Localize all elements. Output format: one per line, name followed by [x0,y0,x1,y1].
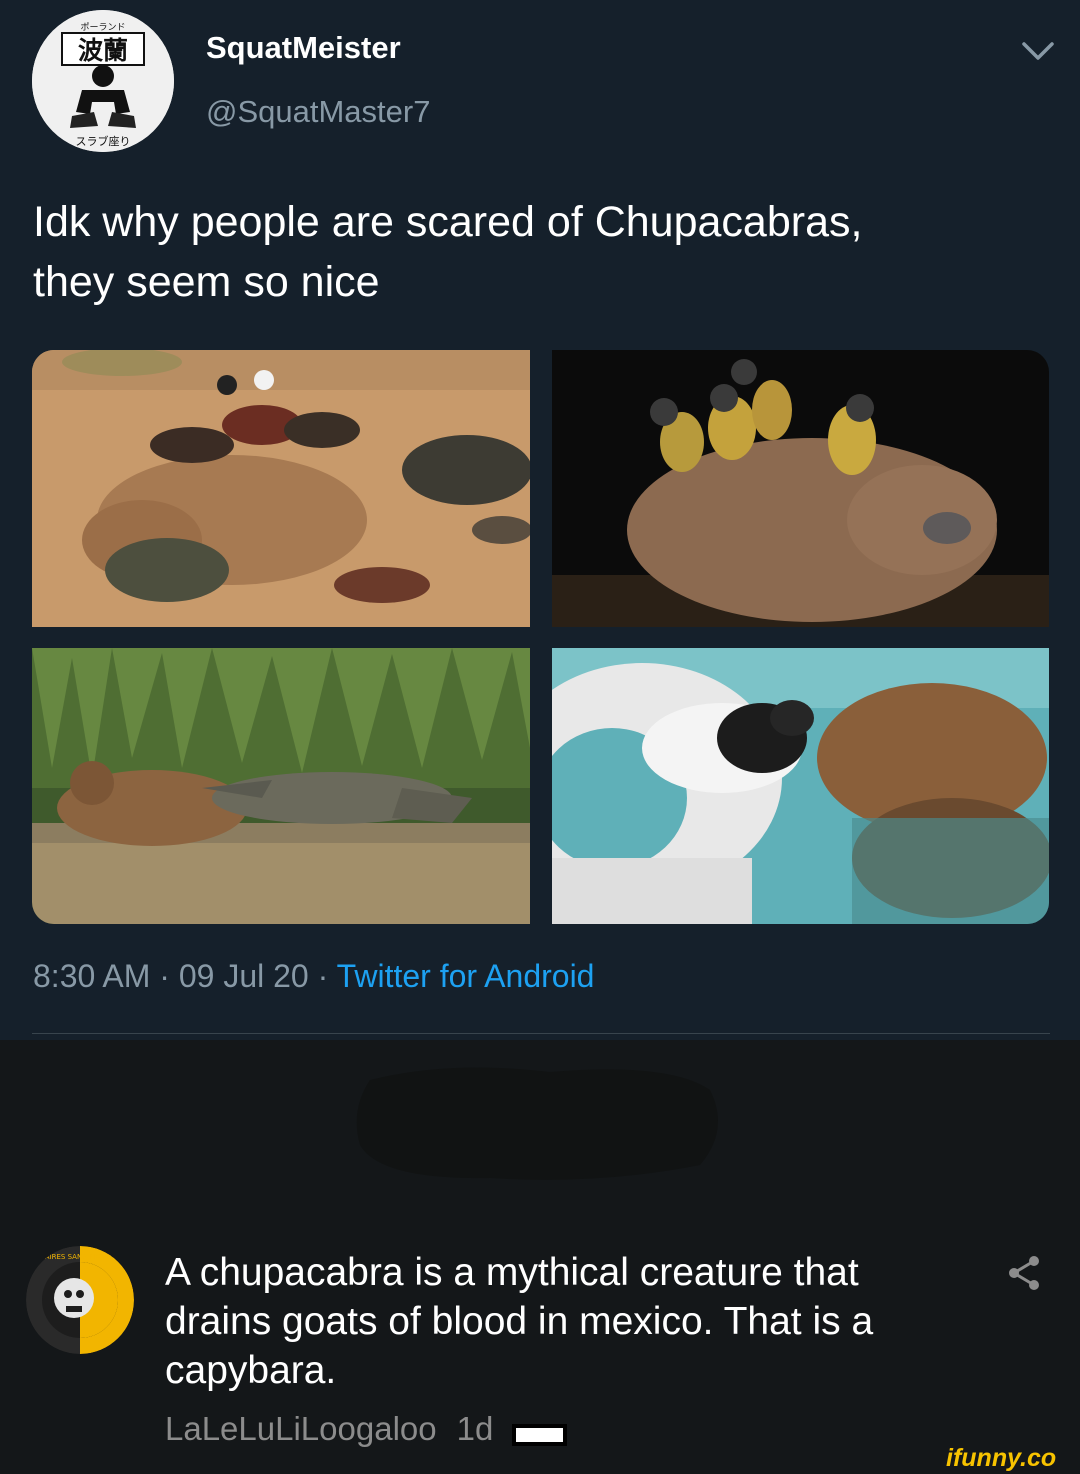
user-handle[interactable]: @SquatMaster7 [206,94,430,130]
avatar-bottom-text: スラブ座り [76,134,131,148]
tweet-metadata: 8:30 AM · 09 Jul 20 · Twitter for Androi… [33,958,594,995]
tweet-card: ポーランド 波蘭 スラブ座り SquatMeister @SquatMaster… [0,0,1080,1040]
avatar-kanji: 波蘭 [78,36,128,65]
tweet-text-line-1: Idk why people are scared of Chupacabras… [33,198,863,246]
photo-capybara-caiman[interactable] [32,648,530,924]
comment-text: A chupacabra is a mythical creature that… [165,1248,955,1395]
photo-capybara-ducks-turtles[interactable] [32,350,530,627]
comment-time: 1d [456,1410,494,1447]
tweet-time: 8:30 AM [33,958,151,994]
photo-capybara-monkeys[interactable] [552,350,1049,627]
divider [32,1033,1050,1034]
tweet-text-line-2: they seem so nice [33,258,380,306]
comment-line-1: A chupacabra is a mythical creature that [165,1251,859,1294]
share-icon[interactable] [1006,1254,1042,1292]
avatar-ring-text: MILITAIRES SANS FRONTIERES [27,1253,134,1261]
meta-separator: · [159,958,179,994]
redaction-bar [512,1424,567,1446]
ifunny-watermark: ifunny.co [946,1444,1057,1472]
commenter-avatar[interactable]: MILITAIRES SANS FRONTIERES [26,1246,134,1354]
photo-capybara-rat-pool[interactable] [552,648,1049,924]
commenter-avatar-emblem: MILITAIRES SANS FRONTIERES [26,1246,134,1354]
comment-metadata: LaLeLuLiLoogaloo 1d [165,1410,493,1448]
avatar-illustration: ポーランド 波蘭 スラブ座り [32,10,174,152]
meta-separator: · [317,958,337,994]
tweet-source-link[interactable]: Twitter for Android [337,958,595,994]
avatar-top-text: ポーランド [80,22,125,33]
comment-line-2: drains goats of blood in mexico. That is… [165,1300,874,1343]
chevron-down-icon[interactable] [1018,36,1058,64]
blurred-region [350,1060,740,1185]
tweet-date: 09 Jul 20 [178,958,309,994]
comment-section: MILITAIRES SANS FRONTIERES A chupacabra … [0,1040,1080,1474]
user-avatar[interactable]: ポーランド 波蘭 スラブ座り [32,10,174,152]
tweet-text: Idk why people are scared of Chupacabras… [33,192,1033,312]
display-name[interactable]: SquatMeister [206,30,401,66]
comment-line-3: capybara. [165,1349,337,1392]
comment-username[interactable]: LaLeLuLiLoogaloo [165,1410,437,1447]
